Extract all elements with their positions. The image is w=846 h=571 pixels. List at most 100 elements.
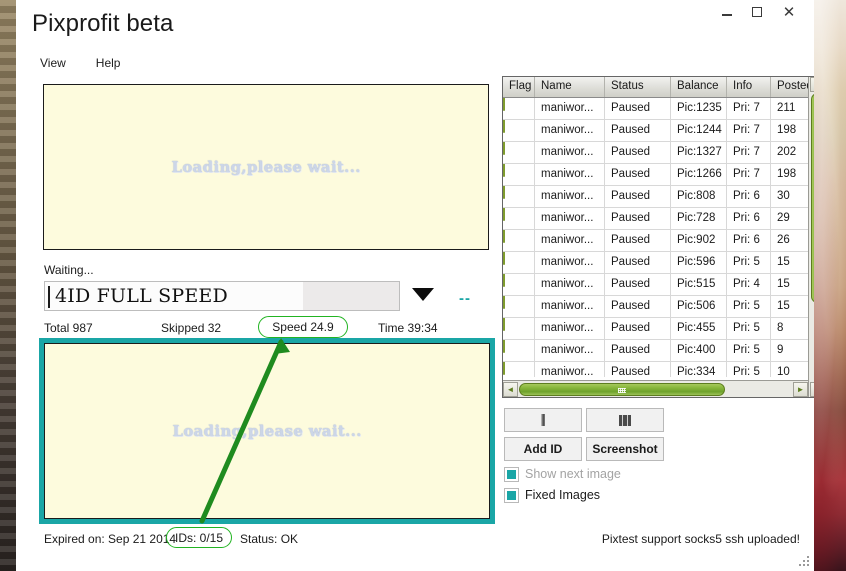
flag-icon [503, 252, 505, 265]
cell-balance: Pic:728 [671, 208, 727, 229]
preview-top-loading-text: Loading,please wait... [171, 158, 361, 176]
text-caret [48, 286, 50, 308]
table-row[interactable]: maniwor... Paused Pic:455 Pri: 58 [503, 318, 814, 340]
cell-name: maniwor... [535, 318, 605, 339]
pause-button[interactable] [504, 408, 582, 432]
cell-status: Paused [605, 296, 671, 317]
speed-mode-combobox[interactable]: 4ID FULL SPEED [44, 281, 400, 311]
flag-icon [503, 230, 505, 243]
flag-icon [503, 274, 505, 287]
preview-bottom-loading-text: Loading,please wait... [172, 422, 362, 440]
screenshot-button[interactable]: Screenshot [586, 437, 664, 461]
table-row[interactable]: maniwor... Paused Pic:1235 Pri: 7 211 [503, 98, 814, 120]
cell-balance: Pic:808 [671, 186, 727, 207]
scroll-left-arrow-icon[interactable]: ◄ [503, 381, 518, 397]
cell-status: Paused [605, 186, 671, 207]
cell-status: Paused [605, 318, 671, 339]
page-title: Pixprofit beta [32, 10, 174, 37]
cell-name: maniwor... [535, 274, 605, 295]
table-row[interactable]: maniwor... Paused Pic:400 Pri: 59 [503, 340, 814, 362]
cell-info: Pri: 7 [727, 98, 771, 119]
scroll-right-arrow-icon[interactable]: ► [793, 381, 808, 397]
flag-icon [503, 98, 505, 111]
cell-name: maniwor... [535, 164, 605, 185]
cell-status: Paused [605, 142, 671, 163]
vertical-scroll-track[interactable] [809, 303, 814, 382]
cell-balance: Pic:515 [671, 274, 727, 295]
scroll-up-arrow-icon[interactable]: ▲ [809, 77, 814, 92]
vertical-scroll-thumb[interactable] [810, 93, 814, 303]
cell-name: maniwor... [535, 208, 605, 229]
flag-icon [503, 296, 505, 309]
image-preview-top[interactable]: Loading,please wait... [43, 84, 489, 250]
column-header-status[interactable]: Status [605, 77, 671, 97]
table-row[interactable]: maniwor... Paused Pic:596 Pri: 5 15 [503, 252, 814, 274]
column-header-name[interactable]: Name [535, 77, 605, 97]
stop-icon [619, 414, 631, 426]
cell-info: Pri: 7 [727, 142, 771, 163]
table-row[interactable]: maniwor... Paused Pic:515 Pri: 4 15 [503, 274, 814, 296]
table-row[interactable]: maniwor... Paused Pic:1244 Pri: 7 198 [503, 120, 814, 142]
resize-grip[interactable] [798, 555, 810, 567]
cell-info: Pri: 4 [727, 274, 771, 295]
cell-balance: Pic:400 [671, 340, 727, 361]
flag-icon [503, 362, 505, 375]
flag-icon [503, 318, 535, 339]
vertical-scrollbar[interactable]: ▲ ▼ [808, 77, 814, 397]
close-button[interactable]: ✕ [774, 0, 804, 24]
table-row[interactable]: maniwor... Paused Pic:506 Pri: 5 15 [503, 296, 814, 318]
show-next-image-checkbox-row[interactable]: Show next image [504, 466, 621, 482]
fixed-images-checkbox-row[interactable]: Fixed Images [504, 487, 600, 503]
flag-icon [503, 340, 535, 361]
image-preview-bottom[interactable]: Loading,please wait... [44, 343, 490, 519]
cell-name: maniwor... [535, 296, 605, 317]
cell-balance: Pic:1327 [671, 142, 727, 163]
cell-info: Pri: 5 [727, 318, 771, 339]
maximize-button[interactable] [742, 0, 772, 24]
horizontal-scrollbar[interactable]: ◄ ► [503, 380, 808, 397]
cell-name: maniwor... [535, 230, 605, 251]
cell-status: Paused [605, 340, 671, 361]
flag-icon [503, 98, 535, 119]
cell-status: Paused [605, 252, 671, 273]
scroll-down-arrow-icon[interactable]: ▼ [809, 382, 814, 397]
image-preview-bottom-frame: Loading,please wait... [39, 338, 495, 524]
cell-name: maniwor... [535, 142, 605, 163]
minimize-button[interactable] [712, 0, 742, 24]
chevron-down-icon[interactable] [412, 288, 434, 301]
flag-icon [503, 296, 535, 317]
table-row[interactable]: maniwor... Paused Pic:808 Pri: 6 30 [503, 186, 814, 208]
table-row[interactable]: maniwor... Paused Pic:902 Pri: 6 26 [503, 230, 814, 252]
add-id-button[interactable]: Add ID [504, 437, 582, 461]
table-row[interactable]: maniwor... Paused Pic:334 Pri: 5 10 [503, 362, 814, 377]
flag-icon [503, 142, 535, 163]
cell-balance: Pic:334 [671, 362, 727, 377]
accounts-table[interactable]: Flag Name Status Balance Info Posted man… [502, 76, 814, 398]
checkbox-checked-icon[interactable] [504, 487, 519, 503]
table-row[interactable]: maniwor... Paused Pic:1266 Pri: 7 198 [503, 164, 814, 186]
menu-item-view[interactable]: View [34, 54, 72, 72]
column-header-info[interactable]: Info [727, 77, 771, 97]
flag-icon [503, 318, 505, 331]
stop-button[interactable] [586, 408, 664, 432]
dash-indicator: -- [459, 290, 471, 307]
checkbox-checked-icon[interactable] [504, 466, 519, 482]
wallpaper-left-edge [0, 0, 16, 571]
cell-info: Pri: 6 [727, 230, 771, 251]
flag-icon [503, 208, 505, 221]
column-header-flag[interactable]: Flag [503, 77, 535, 97]
flag-icon [503, 186, 505, 199]
status-ok: Status: OK [240, 532, 299, 546]
table-row[interactable]: maniwor... Paused Pic:1327 Pri: 7 202 [503, 142, 814, 164]
menu-item-help[interactable]: Help [90, 54, 127, 72]
horizontal-scroll-thumb[interactable] [519, 382, 725, 396]
table-row[interactable]: maniwor... Paused Pic:728 Pri: 6 29 [503, 208, 814, 230]
column-header-balance[interactable]: Balance [671, 77, 727, 97]
horizontal-scroll-track[interactable] [726, 382, 793, 397]
cell-info: Pri: 7 [727, 120, 771, 141]
cell-name: maniwor... [535, 98, 605, 119]
application-window: ✕ Pixprofit beta View Help Loading,pleas… [16, 0, 814, 571]
cell-info: Pri: 6 [727, 208, 771, 229]
cell-info: Pri: 5 [727, 296, 771, 317]
close-icon: ✕ [782, 3, 796, 21]
